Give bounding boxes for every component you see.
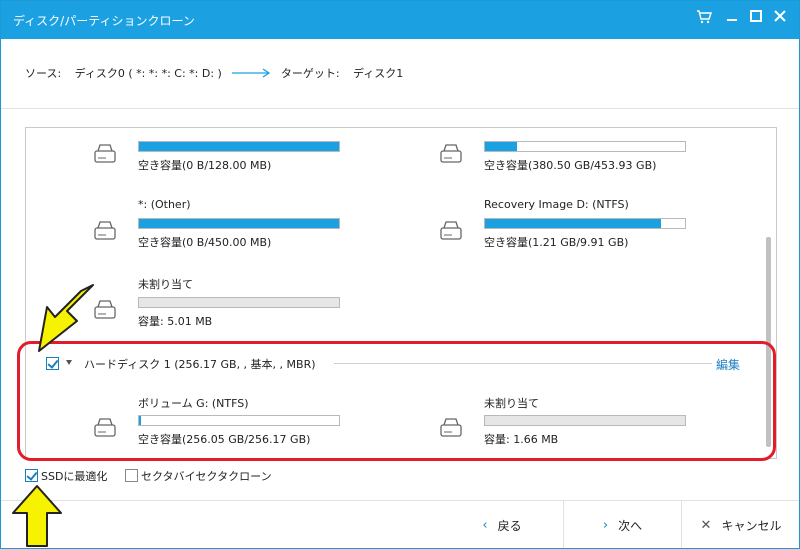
partition-capacity: 空き容量(380.50 GB/453.93 GB) [484, 159, 657, 172]
partition-capacity: 空き容量(1.21 GB/9.91 GB) [484, 236, 629, 249]
clone-window: ディスク/パーティションクローン ソース: ディスク0 ( *: *: *: C… [0, 0, 800, 549]
yellow-arrow-annotation [12, 485, 62, 547]
ssd-checkbox[interactable] [25, 469, 38, 482]
usage-bar [138, 415, 340, 426]
partition-name: ボリューム G: (NTFS) [138, 397, 249, 410]
disk1-label: ハードディスク 1 (256.17 GB, , 基本, , MBR) [84, 358, 316, 371]
target-value: ディスク1 [353, 67, 404, 80]
next-button[interactable]: › 次へ [564, 501, 681, 548]
cancel-label: キャンセル [721, 519, 782, 533]
sector-checkbox[interactable] [125, 469, 138, 482]
disk-list-panel: 空き容量(0 B/128.00 MB) 空き容量(380.50 GB/453.9… [25, 127, 777, 459]
maximize-icon[interactable] [747, 10, 765, 28]
partition-capacity: 容量: 1.66 MB [484, 433, 559, 446]
minimize-icon[interactable] [723, 10, 741, 28]
back-button[interactable]: ‹ 戻る [441, 501, 563, 548]
scrollbar-thumb[interactable] [766, 237, 771, 447]
usage-bar [138, 141, 340, 152]
hard-disk-icon [440, 144, 462, 164]
target-label: ターゲット: [280, 67, 340, 80]
window-title: ディスク/パーティションクローン [13, 14, 195, 28]
collapse-triangle-icon[interactable] [66, 360, 72, 365]
close-icon[interactable] [771, 10, 789, 28]
cancel-button[interactable]: ✕ キャンセル [682, 501, 799, 548]
source-label: ソース: [25, 67, 62, 80]
partition-name: *: (Other) [138, 198, 191, 211]
usage-fill [139, 219, 339, 228]
hard-disk-icon [440, 221, 462, 241]
close-x-icon: ✕ [700, 518, 712, 533]
usage-fill [139, 142, 339, 151]
hard-disk-icon [94, 144, 116, 164]
hard-disk-icon [94, 221, 116, 241]
partition-capacity: 空き容量(0 B/128.00 MB) [138, 159, 272, 172]
usage-fill [485, 142, 517, 151]
hard-disk-icon [440, 418, 462, 438]
hard-disk-icon [94, 300, 116, 320]
edit-link[interactable]: 編集 [716, 356, 740, 373]
usage-fill [485, 219, 661, 228]
usage-bar [138, 218, 340, 229]
usage-bar [484, 141, 686, 152]
ssd-label: SSDに最適化 [41, 470, 108, 483]
source-target-row: ソース: ディスク0 ( *: *: *: C: *: D: ) ターゲット: … [25, 65, 403, 81]
disk1-header: ハードディスク 1 (256.17 GB, , 基本, , MBR) [46, 356, 746, 372]
vertical-scrollbar[interactable] [766, 132, 771, 452]
hard-disk-icon [94, 418, 116, 438]
usage-bar [484, 218, 686, 229]
partition-name: 未割り当て [484, 397, 539, 410]
chevron-right-icon: › [602, 518, 609, 533]
partition-capacity: 空き容量(0 B/450.00 MB) [138, 236, 272, 249]
usage-fill [139, 416, 141, 425]
usage-bar [484, 415, 686, 426]
usage-bar [138, 297, 340, 308]
header-divider [1, 108, 799, 109]
back-label: 戻る [497, 519, 522, 533]
title-bar: ディスク/パーティションクローン [1, 1, 799, 39]
source-value: ディスク0 ( *: *: *: C: *: D: ) [74, 67, 222, 80]
sector-label: セクタバイセクタクローン [141, 470, 272, 483]
chevron-left-icon: ‹ [482, 518, 488, 533]
disk1-divider [334, 363, 712, 364]
disk1-checkbox[interactable] [46, 357, 59, 370]
partition-name: 未割り当て [138, 278, 193, 291]
right-arrow-icon [231, 68, 271, 78]
partition-capacity: 容量: 5.01 MB [138, 315, 213, 328]
partition-name: Recovery Image D: (NTFS) [484, 198, 629, 211]
cart-icon[interactable] [695, 10, 713, 28]
next-label: 次へ [618, 519, 643, 533]
partition-capacity: 空き容量(256.05 GB/256.17 GB) [138, 433, 311, 446]
